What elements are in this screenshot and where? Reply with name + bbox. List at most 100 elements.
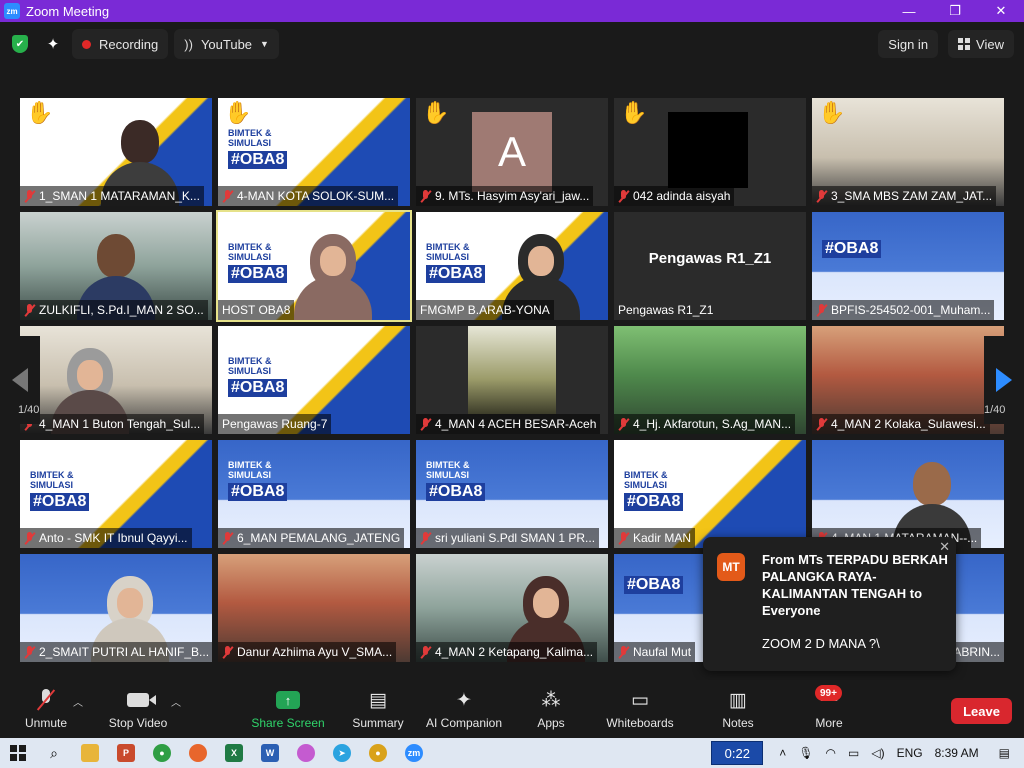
video-tile[interactable]: #OBA8 BPFIS-254502-001_Muham... (812, 212, 1004, 320)
participant-name: 4_MAN 4 ACEH BESAR-Aceh (435, 417, 597, 431)
participant-name: HOST OBA8 (222, 303, 291, 317)
video-tile[interactable]: A ✋ 9. MTs. Hasyim Asy'ari_jaw... (416, 98, 608, 206)
raised-hand-icon: ✋ (620, 100, 648, 125)
video-tile[interactable]: 4_MAN 4 ACEH BESAR-Aceh (416, 326, 608, 434)
video-tile[interactable]: BIMTEK & SIMULASI #OBA8 ✋ 4-MAN KOTA SOLOK… (218, 98, 410, 206)
chrome-icon[interactable]: ● (144, 738, 180, 768)
live-stream-menu[interactable]: )) YouTube ▼ (174, 29, 279, 59)
raised-hand-icon: ✋ (422, 100, 450, 125)
participant-name: Pengawas Ruang-7 (222, 417, 328, 431)
notification-badge: 99+ (815, 685, 842, 701)
share-screen-button[interactable]: ↑ Share Screen (251, 688, 325, 732)
video-tile[interactable]: ✋ 042 adinda aisyah (614, 98, 806, 206)
search-icon[interactable]: ⌕ (36, 738, 72, 768)
microphone-icon[interactable]: 🎙 (798, 746, 813, 760)
video-tile[interactable]: 4_MAN 2 Ketapang_Kalima... (416, 554, 608, 662)
participant-name: 4_Hj. Akfarotun, S.Ag_MAN... (633, 417, 792, 431)
video-options-caret[interactable]: ︿ (171, 694, 181, 709)
participant-name: ABRIN... (953, 645, 1000, 659)
zoom-taskbar-icon[interactable]: zm (396, 738, 432, 768)
video-tile[interactable]: 4_MAN 1 Buton Tengah_Sul... (20, 326, 212, 434)
powerpoint-icon[interactable]: P (108, 738, 144, 768)
unmute-button[interactable]: Unmute (24, 688, 68, 732)
muted-mic-icon (24, 303, 35, 317)
apps-button[interactable]: ⁂ Apps (536, 688, 566, 732)
close-window-button[interactable]: ✕ (978, 0, 1024, 22)
video-tile[interactable]: ✋ 3_SMA MBS ZAM ZAM_JAT... (812, 98, 1004, 206)
raised-hand-icon: ✋ (26, 100, 54, 125)
participant-name: 4_MAN 2 Ketapang_Kalima... (435, 645, 594, 659)
maximize-button[interactable]: ❐ (932, 0, 978, 22)
window-title: Zoom Meeting (26, 3, 110, 19)
paint-icon[interactable] (288, 738, 324, 768)
video-tile[interactable]: 2_SMAIT PUTRI AL HANIF_B... (20, 554, 212, 662)
sign-in-button[interactable]: Sign in (878, 30, 939, 58)
summary-button[interactable]: ▤ Summary (352, 688, 404, 732)
firefox-icon[interactable] (180, 738, 216, 768)
window-controls: — ❐ ✕ (886, 0, 1024, 22)
video-tile[interactable]: ✋ 1_SMAN 1 MATARAMAN_K... (20, 98, 212, 206)
word-icon[interactable]: W (252, 738, 288, 768)
telegram-icon[interactable]: ➤ (324, 738, 360, 768)
system-tray: 0:22 ˄ 🎙 ◠ ▭ ◁) ENG 8:39 AM ▤ (711, 738, 1024, 768)
video-camera-icon (127, 693, 156, 707)
muted-mic-icon (24, 645, 35, 659)
video-feed (668, 112, 748, 188)
participant-name: FMGMP B.ARAB-YONA (420, 303, 550, 317)
muted-mic-icon (618, 531, 629, 545)
participant-name: ZULKIFLI, S.Pd.I_MAN 2 SO... (39, 303, 204, 317)
chat-notification[interactable]: ✕ MT From MTs TERPADU BERKAH PALANGKA RA… (703, 537, 956, 671)
video-tile[interactable]: BIMTEK & SIMULASI #OBA8 Anto - SMK IT Ibnu… (20, 440, 212, 548)
notes-button[interactable]: ▥ Notes (721, 688, 755, 732)
video-tile[interactable]: ZULKIFLI, S.Pd.I_MAN 2 SO... (20, 212, 212, 320)
video-tile-active-speaker[interactable]: BIMTEK & SIMULASI #OBA8 HOST OBA8 (216, 210, 412, 322)
notifications-icon[interactable]: ▤ (999, 746, 1010, 760)
video-tile[interactable]: BIMTEK & SIMULASI #OBA8 Kadir MAN (614, 440, 806, 548)
recording-indicator[interactable]: Recording (72, 29, 169, 59)
video-tile[interactable]: 4_MAN 1 MATARAMAN--... (812, 440, 1004, 548)
chevron-up-icon[interactable]: ˄ (779, 746, 786, 760)
wifi-icon[interactable]: ◠ (826, 746, 836, 760)
video-tile[interactable]: BIMTEK & SIMULASI #OBA8 FMGMP B.ARAB-YONA (416, 212, 608, 320)
video-tile[interactable]: BIMTEK & SIMULASI #OBA8 6_MAN PEMALANG_JAT… (218, 440, 410, 548)
recording-timer: 0:22 (711, 741, 764, 765)
raised-hand-icon: ✋ (818, 100, 846, 125)
muted-mic-icon (816, 417, 827, 431)
recording-dot-icon (82, 39, 91, 49)
battery-icon[interactable]: ▭ (848, 746, 859, 760)
language-indicator[interactable]: ENG (897, 746, 923, 760)
minimize-button[interactable]: — (886, 0, 932, 22)
video-tile[interactable]: 4_Hj. Akfarotun, S.Ag_MAN... (614, 326, 806, 434)
audio-options-caret[interactable]: ︿ (73, 694, 83, 709)
chat-message: ZOOM 2 D MANA ?\ (762, 636, 880, 651)
video-tile[interactable]: Danur Azhiima Ayu V_SMA... (218, 554, 410, 662)
stop-video-label: Stop Video (108, 716, 168, 730)
whiteboard-icon: ▭ (631, 689, 649, 711)
participant-name: 3_SMA MBS ZAM ZAM_JAT... (831, 189, 993, 203)
ai-sparkle-icon[interactable]: ✦ (44, 35, 62, 53)
leave-button[interactable]: Leave (951, 698, 1012, 724)
video-tile[interactable]: 4_MAN 2 Kolaka_Sulawesi... (812, 326, 1004, 434)
stop-video-button[interactable]: Stop Video (108, 688, 168, 732)
volume-icon[interactable]: ◁) (871, 746, 884, 760)
view-button[interactable]: View (948, 30, 1014, 58)
security-shield-icon[interactable]: ✔ (12, 35, 28, 53)
file-explorer-icon[interactable] (72, 738, 108, 768)
video-tile[interactable]: BIMTEK & SIMULASI #OBA8 sri yuliani S.Pdl … (416, 440, 608, 548)
start-button[interactable] (0, 738, 36, 768)
participant-name: 4_MAN 1 Buton Tengah_Sul... (39, 417, 201, 431)
muted-mic-icon (618, 645, 629, 659)
excel-icon[interactable]: X (216, 738, 252, 768)
recording-label: Recording (99, 36, 159, 52)
ai-sparkle-icon: ✦ (456, 689, 472, 711)
ai-companion-button[interactable]: ✦ AI Companion (426, 688, 502, 732)
chrome-icon-2[interactable]: ● (360, 738, 396, 768)
sender-avatar: MT (717, 553, 745, 581)
clock[interactable]: 8:39 AM (935, 746, 979, 760)
muted-mic-icon (816, 303, 827, 317)
apps-icon: ⁂ (541, 689, 561, 711)
whiteboards-button[interactable]: ▭ Whiteboards (606, 688, 674, 732)
video-tile[interactable]: Pengawas R1_Z1 Pengawas R1_Z1 (614, 212, 806, 320)
participant-name: 042 adinda aisyah (633, 189, 731, 203)
video-tile[interactable]: BIMTEK & SIMULASI #OBA8 Pengawas Ruang-7 (218, 326, 410, 434)
